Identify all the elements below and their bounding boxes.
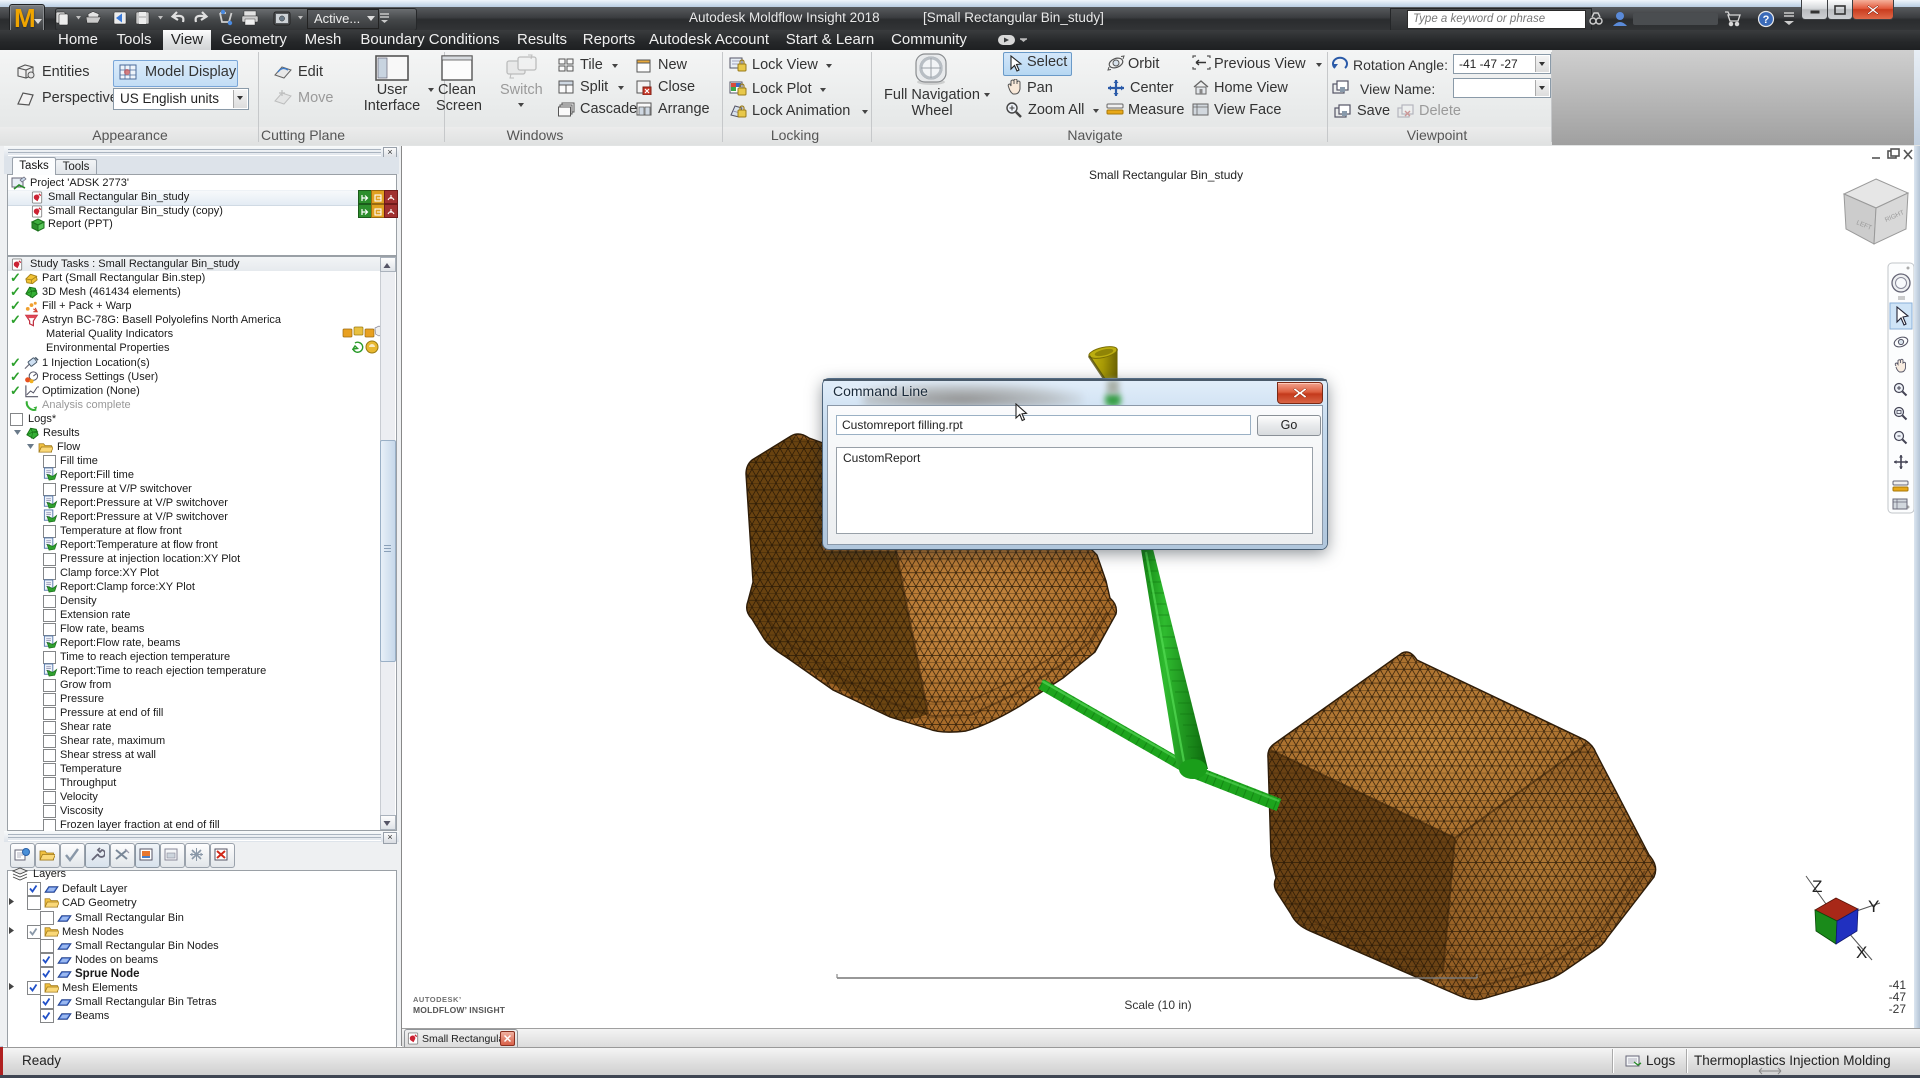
- svg-text:Scale (10 in): Scale (10 in): [1124, 998, 1191, 1012]
- svg-text:Z: Z: [1812, 877, 1822, 896]
- svg-text:Y: Y: [1868, 897, 1879, 916]
- svg-text:X: X: [1856, 943, 1867, 962]
- svg-text:?: ?: [1763, 14, 1770, 26]
- svg-text:-27: -27: [1889, 1002, 1907, 1016]
- svg-text:MOLDFLOW’ INSIGHT: MOLDFLOW’ INSIGHT: [413, 1005, 506, 1015]
- svg-text:AUTODESK’: AUTODESK’: [413, 995, 462, 1004]
- svg-text:Small Rectangular Bin_study: Small Rectangular Bin_study: [1089, 168, 1243, 182]
